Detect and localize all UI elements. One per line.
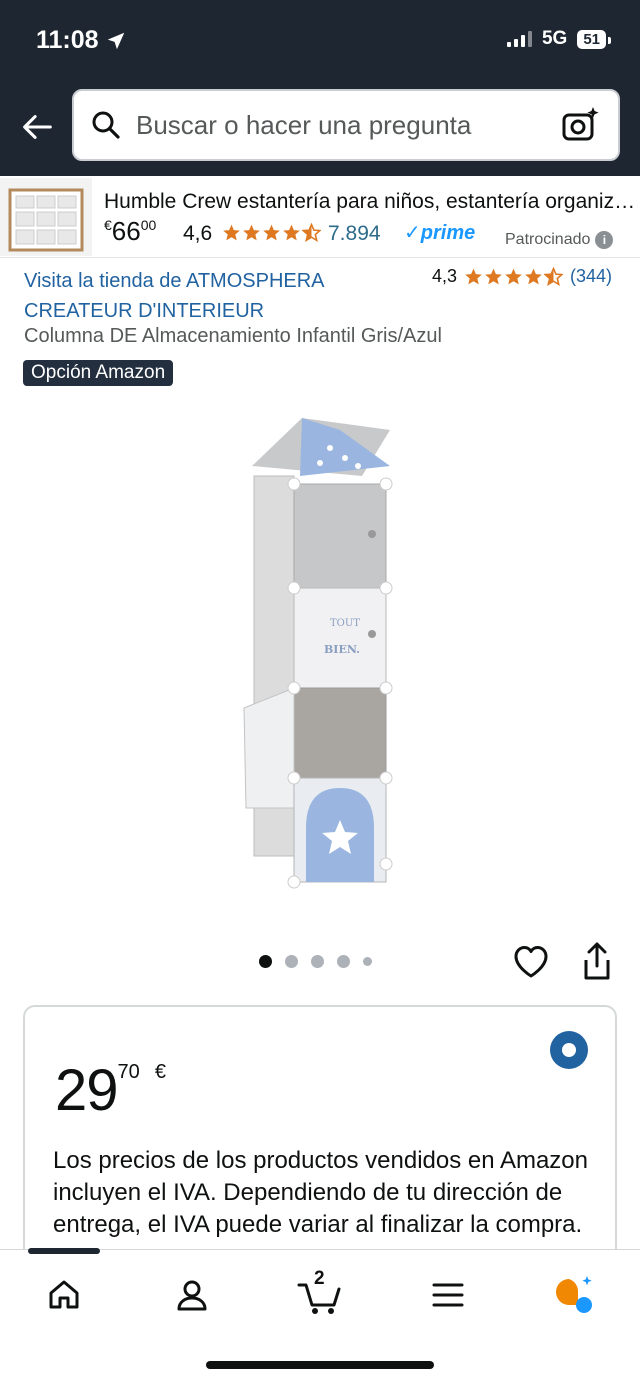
active-tab-indicator	[28, 1248, 100, 1254]
clock-text: 11:08	[36, 26, 99, 54]
price: 2970 €	[55, 1057, 166, 1124]
price-fraction: 70	[117, 1061, 140, 1083]
product-star-rating[interactable]	[464, 267, 563, 286]
sponsored-label-text: Patrocinado	[505, 231, 591, 248]
star-icon	[283, 224, 300, 241]
star-icon	[223, 224, 240, 241]
image-pagination[interactable]	[259, 955, 372, 968]
status-time: 11:08	[36, 26, 127, 55]
home-icon	[49, 1280, 79, 1309]
back-arrow-icon[interactable]	[18, 108, 56, 146]
prime-badge: ✓prime	[404, 222, 476, 244]
amazon-choice-badge: Opción Amazon	[23, 360, 174, 386]
half-star-icon	[544, 267, 563, 286]
pagination-dot[interactable]	[285, 955, 298, 968]
product-title: Columna DE Almacenamiento Infantil Gris/…	[24, 325, 442, 347]
search-bar[interactable]: Buscar o hacer una pregunta	[72, 89, 620, 161]
pagination-dot-active[interactable]	[259, 955, 272, 968]
pagination-dot[interactable]	[311, 955, 324, 968]
cart-count: 2	[314, 1268, 325, 1289]
pagination-dot[interactable]	[337, 955, 350, 968]
app-header: 11:08 5G 51 Buscar o hacer una pregunta	[0, 0, 640, 176]
half-star-icon	[302, 223, 321, 242]
svg-text:TOUT: TOUT	[330, 618, 360, 629]
menu-icon	[432, 1283, 464, 1307]
svg-text:BIEN.: BIEN.	[324, 643, 360, 656]
store-link[interactable]: Visita la tienda de ATMOSPHERA CREATEUR …	[24, 266, 404, 326]
share-icon[interactable]	[578, 940, 616, 982]
search-icon	[92, 111, 120, 139]
sponsored-label[interactable]: Patrocinado i	[505, 231, 614, 249]
nav-account[interactable]	[164, 1270, 220, 1320]
sponsored-price-currency: €	[104, 217, 112, 233]
star-icon	[263, 224, 280, 241]
nav-rufus[interactable]	[546, 1270, 602, 1320]
nav-home[interactable]	[36, 1270, 92, 1320]
star-icon	[485, 268, 502, 285]
sponsored-price: €6600	[104, 216, 156, 247]
sponsored-title[interactable]: Humble Crew estantería para niños, estan…	[104, 190, 638, 214]
battery-icon: 51	[577, 29, 611, 49]
camera-sparkle-icon[interactable]	[560, 105, 600, 145]
nav-menu[interactable]	[420, 1270, 476, 1320]
search-input[interactable]: Buscar o hacer una pregunta	[136, 110, 560, 141]
price-currency: €	[154, 1061, 167, 1083]
star-icon	[465, 268, 482, 285]
star-icon	[525, 268, 542, 285]
heart-icon[interactable]	[511, 942, 551, 982]
sponsored-price-whole: 66	[111, 216, 141, 246]
star-icon	[243, 224, 260, 241]
network-type: 5G	[541, 28, 568, 49]
bottom-navigation: 2	[0, 1249, 640, 1384]
signal-icon	[506, 31, 532, 47]
product-review-count[interactable]: (344)	[570, 266, 612, 287]
selected-radio[interactable]	[550, 1031, 588, 1069]
sponsored-review-count: 7.894	[328, 222, 381, 245]
star-icon	[505, 268, 522, 285]
pagination-dot[interactable]	[363, 957, 372, 966]
sponsored-product-image[interactable]	[0, 178, 92, 256]
vat-notice: Los precios de los productos vendidos en…	[53, 1147, 588, 1238]
price-whole: 29	[55, 1058, 119, 1123]
sponsored-rating: 4,6	[183, 222, 213, 245]
status-indicators: 5G 51	[506, 28, 611, 50]
person-icon	[177, 1280, 207, 1311]
location-arrow-icon	[107, 32, 124, 49]
sponsored-star-rating	[222, 223, 321, 242]
sponsored-price-fraction: 00	[140, 217, 157, 233]
product-image[interactable]: TOUT BIEN.	[230, 408, 410, 898]
rufus-assistant-icon	[556, 1276, 592, 1313]
home-indicator[interactable]	[206, 1361, 434, 1369]
nav-cart[interactable]: 2	[292, 1268, 348, 1320]
product-rating[interactable]: 4,3	[432, 266, 457, 287]
info-icon[interactable]: i	[595, 231, 614, 249]
